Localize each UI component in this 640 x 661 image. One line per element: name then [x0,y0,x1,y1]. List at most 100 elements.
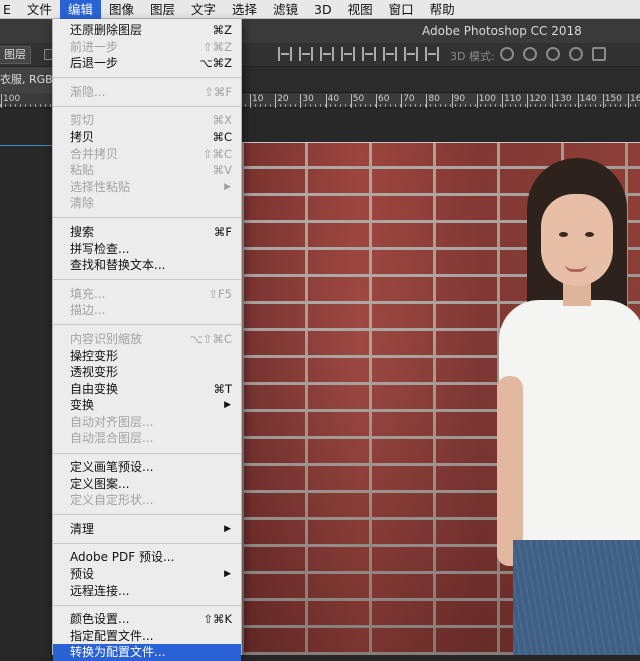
scale-3d-icon[interactable] [592,47,606,61]
ruler-tick-label: 20 [275,94,289,108]
menubar-item[interactable]: 选择 [224,0,265,19]
menu-item[interactable]: 自由变换 ⌘T [53,381,241,398]
menu-item: 清除 [53,195,241,212]
menubar-item[interactable]: 编辑 [59,0,101,19]
drag-3d-icon[interactable] [546,47,560,61]
menu-item-label: 自动对齐图层... [70,414,154,429]
ruler-label-left: 100 [0,94,21,108]
menu-item-label: 变换 [70,398,95,413]
menu-item[interactable]: 拷贝 ⌘C [53,129,241,146]
menu-item-label: 自由变换 [70,381,119,396]
menu-item[interactable]: 还原删除图层 ⌘Z [53,22,241,39]
app-title: Adobe Photoshop CC 2018 [422,24,582,38]
menu-item: 自动对齐图层... [53,414,241,431]
menu-item-label: Adobe PDF 预设... [70,550,175,565]
menubar-item[interactable]: 视图 [340,0,381,19]
menu-item-shortcut: ⌘C [212,129,232,144]
ruler-tick-label: 150 [602,94,622,108]
menubar-item[interactable]: E [0,0,19,19]
align-hcenter-icon[interactable] [362,47,376,61]
menubar-item[interactable]: 3D [306,0,340,19]
menu-item[interactable]: 后退一步 ⌥⌘Z [53,55,241,72]
ruler-tick-label: 30 [300,94,314,108]
menu-item[interactable]: 指定配置文件... [53,628,241,645]
align-top-icon[interactable] [278,47,292,61]
menu-item[interactable]: 预设 ▶ [53,566,241,583]
distribute-2-icon[interactable] [425,47,439,61]
ruler-tick-label: 160 [627,94,640,108]
menu-item-label: 拼写检查... [70,241,130,256]
align-bottom-icon[interactable] [320,47,334,61]
ruler-tick-label: 70 [401,94,415,108]
menu-item-label: 内容识别缩放 [70,331,143,346]
slide-3d-icon[interactable] [569,47,583,61]
menu-item[interactable]: 颜色设置... ⇧⌘K [53,611,241,628]
menu-item[interactable]: 定义图案... [53,476,241,493]
menu-item-label: 定义图案... [70,476,130,491]
face-shape [541,194,613,286]
menu-item-label: 定义自定形状... [70,493,154,508]
menu-item: 定义自定形状... [53,492,241,509]
menu-item[interactable]: Adobe PDF 预设... [53,549,241,566]
menubar-item[interactable]: 图层 [142,0,183,19]
align-right-icon[interactable] [383,47,397,61]
menu-item-label: 颜色设置... [70,612,130,627]
ruler-tick-label: 80 [426,94,440,108]
menubar-item[interactable]: 帮助 [422,0,463,19]
menu-item: 渐隐... ⇧⌘F [53,84,241,101]
menu-item-shortcut: ⌘T [213,381,232,396]
menu-separator [53,217,241,219]
mode-3d-label: 3D 模式: [450,50,495,63]
roll-3d-icon[interactable] [523,47,537,61]
menu-item-label: 拷贝 [70,129,95,144]
menu-item-label: 查找和替换文本... [70,258,166,273]
menu-item-shortcut: ⇧⌘C [202,146,232,161]
menu-item-label: 指定配置文件... [70,628,154,643]
align-left-icon[interactable] [341,47,355,61]
menubar-item[interactable]: 图像 [101,0,142,19]
menu-item-shortcut: ⌥⇧⌘C [189,331,232,346]
edit-menu-dropdown: 还原删除图层 ⌘Z 前进一步 ⇧⌘Z 后退一步 ⌥⌘Z 渐隐... ⇧⌘F 剪切 ⌘X 拷贝 ⌘C 合并… [52,19,242,661]
menu-item[interactable]: 变换 ▶ [53,397,241,414]
ruler-tick-label: 110 [501,94,522,108]
menu-separator [53,542,241,544]
menu-item-label: 预设 [70,567,95,582]
rotate-3d-icon[interactable] [500,47,514,61]
menu-item[interactable]: 搜索 ⌘F [53,224,241,241]
ruler-tick-label: 140 [577,94,597,108]
menu-item[interactable]: 远程连接... [53,583,241,600]
menu-item-label: 粘贴 [70,163,95,178]
menubar-item[interactable]: 窗口 [381,0,422,19]
menu-item-label: 转换为配置文件... [70,645,166,660]
submenu-arrow-icon: ▶ [224,523,231,534]
eye-right [585,232,594,237]
menu-item[interactable]: 操控变形 [53,348,241,365]
menu-item-shortcut: ⇧⌘K [203,612,232,627]
auto-select-dropdown[interactable]: 图层 [0,46,31,64]
menu-item-shortcut: ⇧⌘F [204,84,232,99]
menu-item[interactable]: 透视变形 [53,364,241,381]
menu-item[interactable]: 转换为配置文件... [53,644,241,661]
menu-item-shortcut: ⇧F5 [208,286,232,301]
menu-item[interactable]: 拼写检查... [53,241,241,258]
menubar-item[interactable]: 文字 [183,0,224,19]
menu-item-label: 自动混合图层... [70,431,154,446]
menubar-item[interactable]: 文件 [19,0,60,19]
menu-item[interactable]: 查找和替换文本... [53,257,241,274]
menu-item-label: 剪切 [70,113,95,128]
document-tab[interactable]: 衣服, RGB/8 [0,67,52,93]
menu-item: 选择性粘贴 ▶ [53,179,241,196]
submenu-arrow-icon: ▶ [224,400,231,411]
menu-item-shortcut: ⇧⌘Z [202,39,232,54]
distribute-icon[interactable] [404,47,418,61]
menu-separator [53,324,241,326]
menubar-item[interactable]: 滤镜 [265,0,306,19]
menu-item[interactable]: 清理 ▶ [53,521,241,538]
ruler-tick-label: 100 [476,94,496,108]
menu-item[interactable]: 定义画笔预设... [53,459,241,476]
align-vcenter-icon[interactable] [299,47,313,61]
menu-item-label: 描边... [70,303,106,318]
menu-item: 内容识别缩放 ⌥⇧⌘C [53,331,241,348]
menu-separator [53,77,241,79]
menu-item-shortcut: ⌥⌘Z [199,56,232,71]
